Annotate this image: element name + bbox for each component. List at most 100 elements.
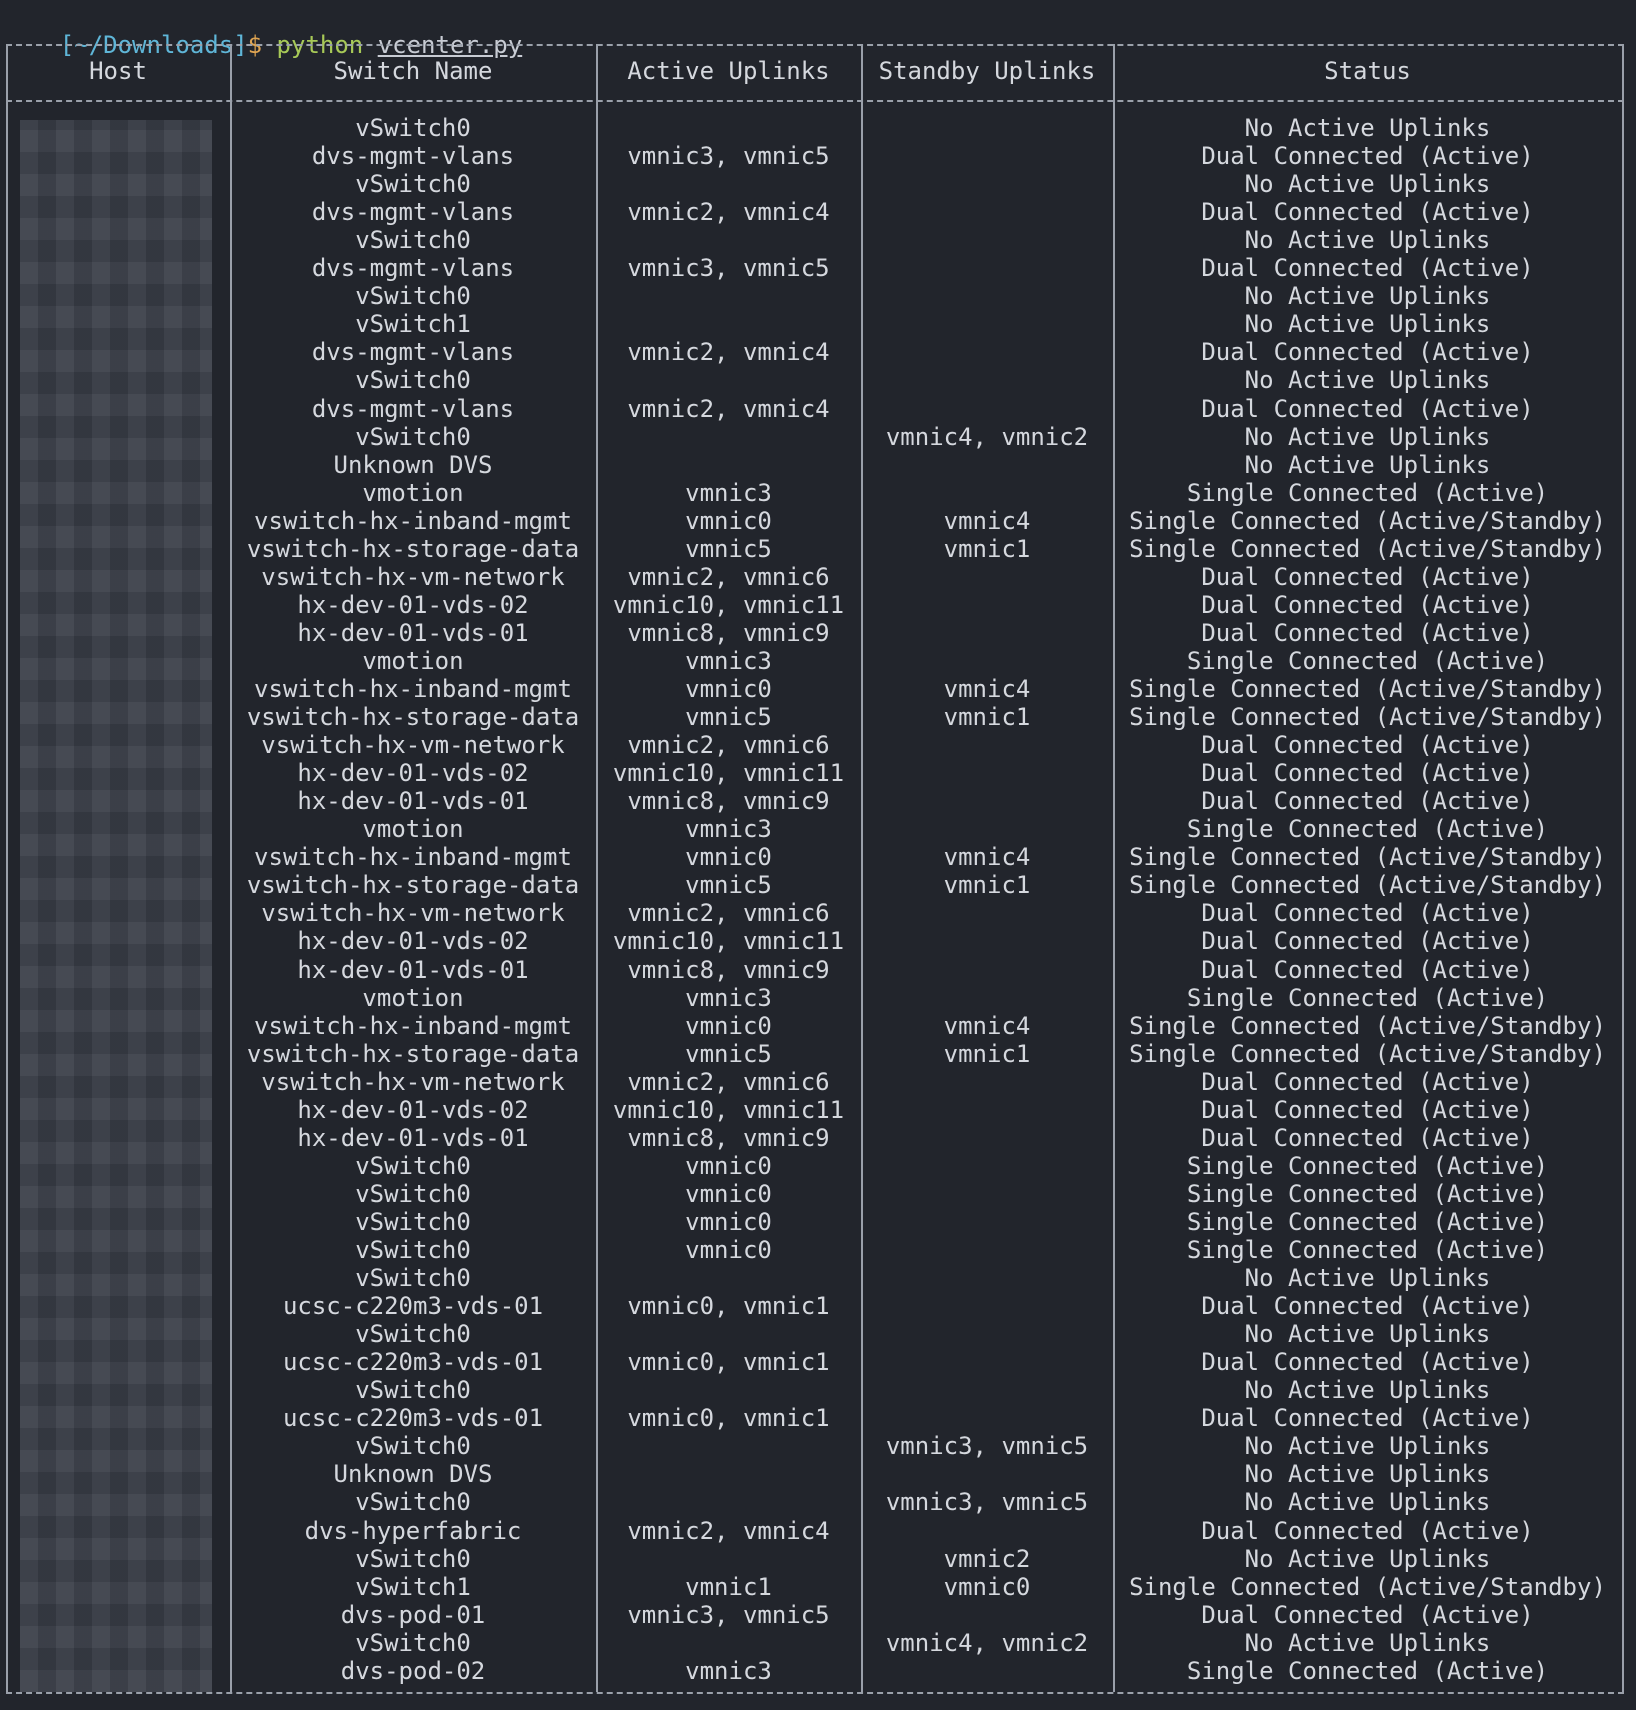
cell-switch-name: vmotion: [362, 646, 464, 675]
table-row: vSwitch1 No Active Uplinks: [0, 310, 1636, 338]
cell-switch-name: dvs-mgmt-vlans: [311, 394, 515, 423]
cell-active-uplinks: vmnic8, vmnic9: [627, 1123, 830, 1152]
cell-active-uplinks: vmnic10, vmnic11: [612, 759, 845, 788]
cell-standby-uplinks: [861, 647, 1113, 675]
cell-host: [6, 254, 230, 282]
table-row: hx-dev-01-vds-02 vmnic10, vmnic11 Dual Con…: [0, 927, 1636, 955]
cell-standby-uplinks: [861, 198, 1113, 226]
header-host: Host: [89, 57, 147, 85]
cell-switch-name: vmotion: [362, 478, 464, 507]
cell-status: No Active Uplinks: [1244, 226, 1491, 255]
table-row: vswitch-hx-inband-mgmt vmnic0 vmnic4 Single…: [0, 675, 1636, 703]
table-row: ucsc-c220m3-vds-01 vmnic0, vmnic1 Dual Con…: [0, 1348, 1636, 1376]
table-row: dvs-pod-01 vmnic3, vmnic5 Dual Connected (…: [0, 1601, 1636, 1629]
cell-active-uplinks: [596, 310, 861, 338]
cell-host: [6, 1320, 230, 1348]
cell-status: Dual Connected (Active): [1201, 1600, 1534, 1629]
table-row: vswitch-hx-storage-data vmnic5 vmnic1 Singl…: [0, 871, 1636, 899]
cell-host: [6, 843, 230, 871]
cell-standby-uplinks: [861, 1124, 1113, 1152]
cell-host: [6, 1629, 230, 1657]
cell-status: Single Connected (Active/Standby): [1129, 1572, 1606, 1601]
cell-host: [6, 1404, 230, 1432]
cell-switch-name: ucsc-c220m3-vds-01: [282, 1404, 544, 1433]
cell-switch-name: vSwitch0: [355, 1320, 471, 1349]
cell-switch-name: vSwitch0: [355, 1376, 471, 1405]
cell-standby-uplinks: [861, 1236, 1113, 1264]
cell-status: Dual Connected (Active): [1201, 759, 1534, 788]
cell-host: [6, 1208, 230, 1236]
cell-status: Single Connected (Active): [1186, 1151, 1549, 1180]
cell-status: Dual Connected (Active): [1201, 787, 1534, 816]
cell-active-uplinks: vmnic8, vmnic9: [627, 618, 830, 647]
header-standby-uplinks: Standby Uplinks: [878, 57, 1096, 85]
cell-active-uplinks: vmnic2, vmnic6: [627, 899, 830, 928]
cell-status: Single Connected (Active/Standby): [1129, 871, 1606, 900]
cell-standby-uplinks: [861, 1264, 1113, 1292]
cell-status: Dual Connected (Active): [1201, 618, 1534, 647]
table-row: vswitch-hx-inband-mgmt vmnic0 vmnic4 Single…: [0, 1012, 1636, 1040]
cell-active-uplinks: [596, 1460, 861, 1488]
cell-status: Single Connected (Active/Standby): [1129, 506, 1606, 535]
cell-switch-name: hx-dev-01-vds-01: [297, 955, 529, 984]
cell-active-uplinks: vmnic0: [685, 1236, 772, 1264]
cell-active-uplinks: vmnic5: [685, 1039, 772, 1068]
cell-status: Dual Connected (Active): [1201, 198, 1534, 227]
cell-active-uplinks: vmnic0: [685, 506, 772, 535]
table-header-border: [6, 100, 1624, 102]
table-row: dvs-mgmt-vlans vmnic2, vmnic4 Dual Connect…: [0, 395, 1636, 423]
cell-host: [6, 619, 230, 647]
cell-host: [6, 395, 230, 423]
cell-active-uplinks: vmnic1: [685, 1572, 772, 1601]
cell-active-uplinks: [596, 1320, 861, 1348]
cell-switch-name: vSwitch0: [355, 170, 471, 199]
cell-standby-uplinks: [861, 142, 1113, 170]
cell-host: [6, 1292, 230, 1320]
header-status: Status: [1324, 57, 1411, 85]
cell-status: Dual Connected (Active): [1201, 1123, 1534, 1152]
cell-active-uplinks: vmnic3: [685, 646, 772, 675]
table-row: hx-dev-01-vds-02 vmnic10, vmnic11 Dual Con…: [0, 1096, 1636, 1124]
cell-standby-uplinks: [861, 956, 1113, 984]
cell-standby-uplinks: [861, 591, 1113, 619]
cell-switch-name: vSwitch0: [355, 1628, 471, 1657]
cell-standby-uplinks: [861, 759, 1113, 787]
table-row: dvs-hyperfabric vmnic2, vmnic4 Dual Connec…: [0, 1517, 1636, 1545]
cell-standby-uplinks: [861, 1404, 1113, 1432]
cell-host: [6, 871, 230, 899]
table-row: vSwitch0 vmnic3, vmnic5 No Active Uplinks: [0, 1488, 1636, 1516]
cell-active-uplinks: vmnic8, vmnic9: [627, 787, 830, 816]
cell-standby-uplinks: [861, 1460, 1113, 1488]
cell-switch-name: Unknown DVS: [333, 450, 493, 479]
table-top-border: [6, 44, 1624, 46]
cell-host: [6, 675, 230, 703]
cell-host: [6, 1068, 230, 1096]
cell-active-uplinks: [596, 282, 861, 310]
cell-switch-name: hx-dev-01-vds-02: [297, 590, 529, 619]
cell-active-uplinks: vmnic0, vmnic1: [627, 1404, 830, 1433]
cell-standby-uplinks: [861, 563, 1113, 591]
cell-host: [6, 366, 230, 394]
cell-status: Single Connected (Active/Standby): [1129, 534, 1606, 563]
cell-standby-uplinks: vmnic0: [943, 1572, 1031, 1601]
table-row: vSwitch0 No Active Uplinks: [0, 170, 1636, 198]
cell-switch-name: vmotion: [362, 983, 464, 1012]
table-row: vSwitch0 vmnic4, vmnic2 No Active Uplinks: [0, 423, 1636, 451]
cell-status: Dual Connected (Active): [1201, 1292, 1534, 1321]
cell-standby-uplinks: [861, 927, 1113, 955]
cell-active-uplinks: vmnic3: [685, 983, 772, 1012]
cell-status: Dual Connected (Active): [1201, 1404, 1534, 1433]
table-row: dvs-mgmt-vlans vmnic2, vmnic4 Dual Connect…: [0, 338, 1636, 366]
cell-standby-uplinks: vmnic1: [943, 703, 1031, 732]
cell-host: [6, 1012, 230, 1040]
cell-active-uplinks: vmnic2, vmnic4: [627, 1516, 830, 1545]
cell-active-uplinks: vmnic3, vmnic5: [627, 1600, 830, 1629]
table-row: dvs-mgmt-vlans vmnic3, vmnic5 Dual Connect…: [0, 142, 1636, 170]
cell-switch-name: dvs-mgmt-vlans: [311, 338, 515, 367]
table-row: vswitch-hx-storage-data vmnic5 vmnic1 Singl…: [0, 535, 1636, 563]
cell-host: [6, 142, 230, 170]
cell-status: No Active Uplinks: [1244, 450, 1491, 479]
cell-host: [6, 507, 230, 535]
cell-switch-name: vSwitch0: [355, 422, 471, 451]
cell-active-uplinks: vmnic2, vmnic6: [627, 731, 830, 760]
